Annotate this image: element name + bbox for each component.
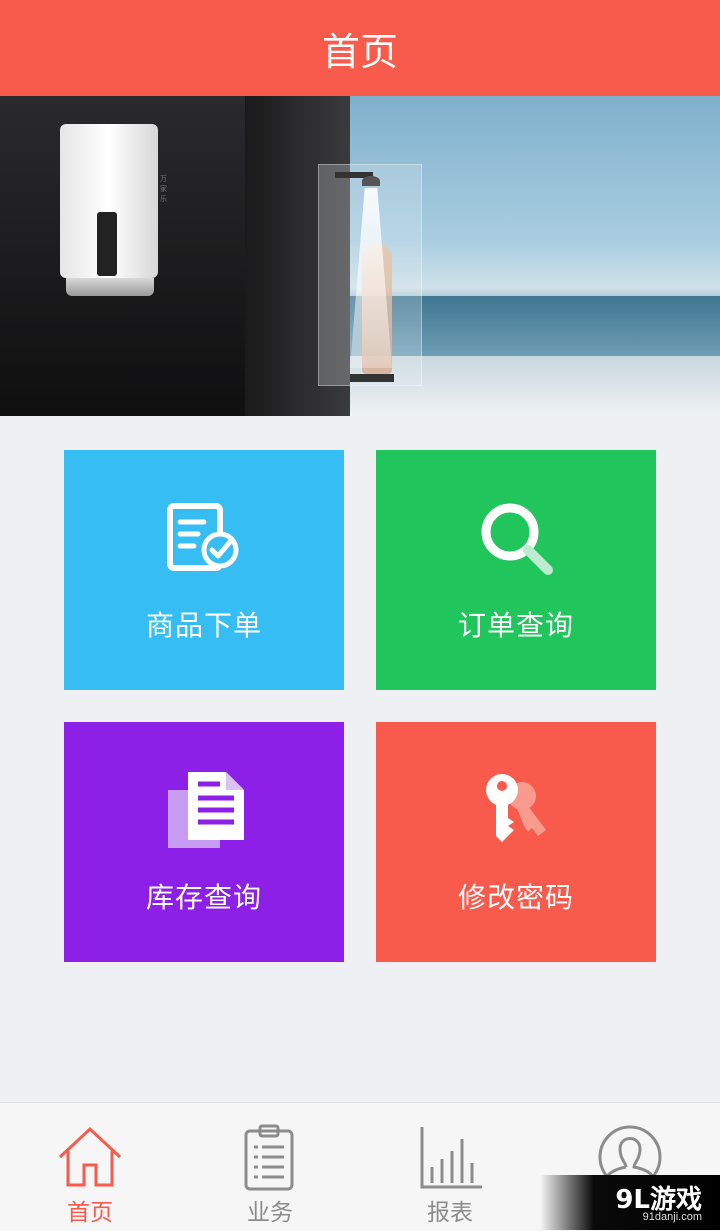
home-icon [58,1126,122,1187]
heater-brand-label: 万家乐 [160,176,167,203]
tile-label: 库存查询 [145,882,262,913]
tile-order-query[interactable]: 订单查询 [376,450,656,690]
tab-report[interactable]: 报表 [360,1103,540,1231]
shower-head [362,176,380,186]
tile-stock-query[interactable]: 库存查询 [64,722,344,962]
page-header: 首页 [0,0,720,96]
bar-chart-icon [420,1127,482,1189]
tile-label: 修改密码 [457,882,574,913]
watermark-url-text: 91danji.com [642,1211,702,1223]
key-icon [486,774,546,842]
tab-home[interactable]: 首页 [0,1103,180,1231]
clipboard-icon [244,1124,294,1191]
tile-label: 订单查询 [457,610,574,641]
water-heater-image: 万家乐 [60,124,167,278]
shower-tray [350,374,394,382]
heater-panel [97,212,117,276]
tile-change-password[interactable]: 修改密码 [376,722,656,962]
document-icon [168,772,244,848]
search-icon [481,503,553,575]
tile-place-order[interactable]: 商品下单 [64,450,344,690]
heater-base [66,278,154,296]
tab-label: 首页 [67,1199,113,1225]
tile-label: 商品下单 [145,610,262,641]
tab-business[interactable]: 业务 [180,1103,360,1231]
watermark-logo: 9L游戏 91danji.com [540,1175,720,1230]
tab-label: 业务 [247,1199,293,1225]
checklist-icon [167,503,239,571]
page-title: 首页 [321,31,398,74]
banner-image[interactable]: 万家乐 [0,96,720,416]
tab-label: 报表 [427,1199,473,1225]
